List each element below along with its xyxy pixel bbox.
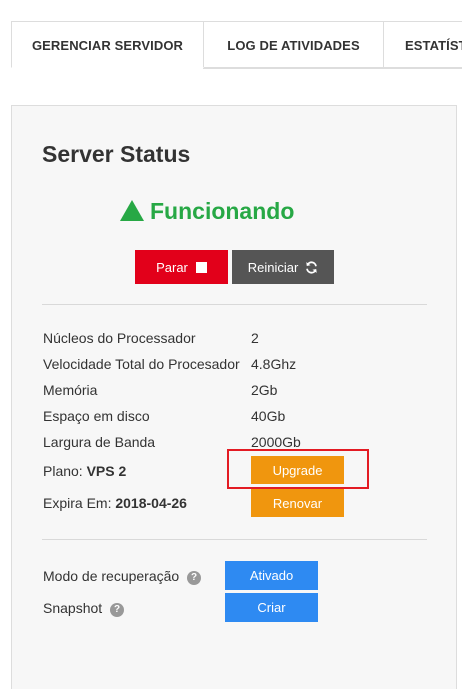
expires-row: Expira Em: 2018-04-26 — [43, 495, 187, 511]
stop-button-label: Parar — [156, 259, 188, 275]
spec-label-cores: Núcleos do Processador — [43, 330, 196, 346]
plan-value: VPS 2 — [86, 463, 127, 479]
snapshot-label: Snapshot — [43, 600, 103, 616]
tab-gerenciar-servidor[interactable]: GERENCIAR SERVIDOR — [11, 21, 204, 68]
spec-label-bandwidth: Largura de Banda — [43, 434, 156, 450]
restart-button-label: Reiniciar — [247, 259, 299, 275]
recovery-activated-button[interactable]: Ativado — [225, 561, 318, 590]
recovery-row: Modo de recuperação ? — [43, 568, 202, 585]
question-circle-icon[interactable]: ? — [187, 571, 202, 585]
create-snapshot-button[interactable]: Criar — [225, 593, 318, 622]
server-status-text: Funcionando — [150, 198, 295, 224]
divider-top — [42, 304, 427, 305]
refresh-icon — [306, 260, 318, 274]
tab-bar: GERENCIAR SERVIDOR LOG DE ATIVIDADES EST… — [11, 21, 462, 69]
tab-log-de-atividades[interactable]: LOG DE ATIVIDADES — [204, 21, 384, 68]
panel-title: Server Status — [42, 141, 191, 167]
server-status-indicator: Funcionando — [120, 198, 294, 225]
tab-estatisticas[interactable]: ESTATÍSTICAS — [384, 21, 462, 68]
expires-value: 2018-04-26 — [115, 495, 187, 511]
spec-label-memory: Memória — [43, 382, 98, 398]
spec-label-disk: Espaço em disco — [43, 408, 150, 424]
recovery-label: Modo de recuperação — [43, 568, 180, 584]
divider-bottom — [42, 539, 427, 540]
tab-bar-border — [203, 68, 462, 69]
plan-label: Plano: — [43, 463, 83, 479]
spec-value-bandwidth: 2000Gb — [251, 434, 301, 450]
restart-button[interactable]: Reiniciar — [232, 250, 334, 284]
spec-value-cpu-speed: 4.8Ghz — [251, 356, 297, 372]
upgrade-highlight-box — [227, 449, 369, 489]
spec-label-cpu-speed: Velocidade Total do Procesador — [43, 356, 240, 372]
spec-value-disk: 40Gb — [251, 408, 286, 424]
stop-square-icon — [195, 261, 207, 273]
spec-value-memory: 2Gb — [251, 382, 278, 398]
server-manager-page: GERENCIAR SERVIDOR LOG DE ATIVIDADES EST… — [0, 0, 462, 689]
plan-row: Plano: VPS 2 — [43, 463, 126, 479]
renew-button[interactable]: Renovar — [251, 489, 344, 517]
triangle-up-icon — [120, 200, 144, 221]
stop-button[interactable]: Parar — [135, 250, 228, 284]
expires-label: Expira Em: — [43, 495, 112, 511]
spec-value-cores: 2 — [251, 330, 259, 346]
question-circle-icon[interactable]: ? — [110, 603, 125, 617]
snapshot-row: Snapshot ? — [43, 600, 125, 617]
